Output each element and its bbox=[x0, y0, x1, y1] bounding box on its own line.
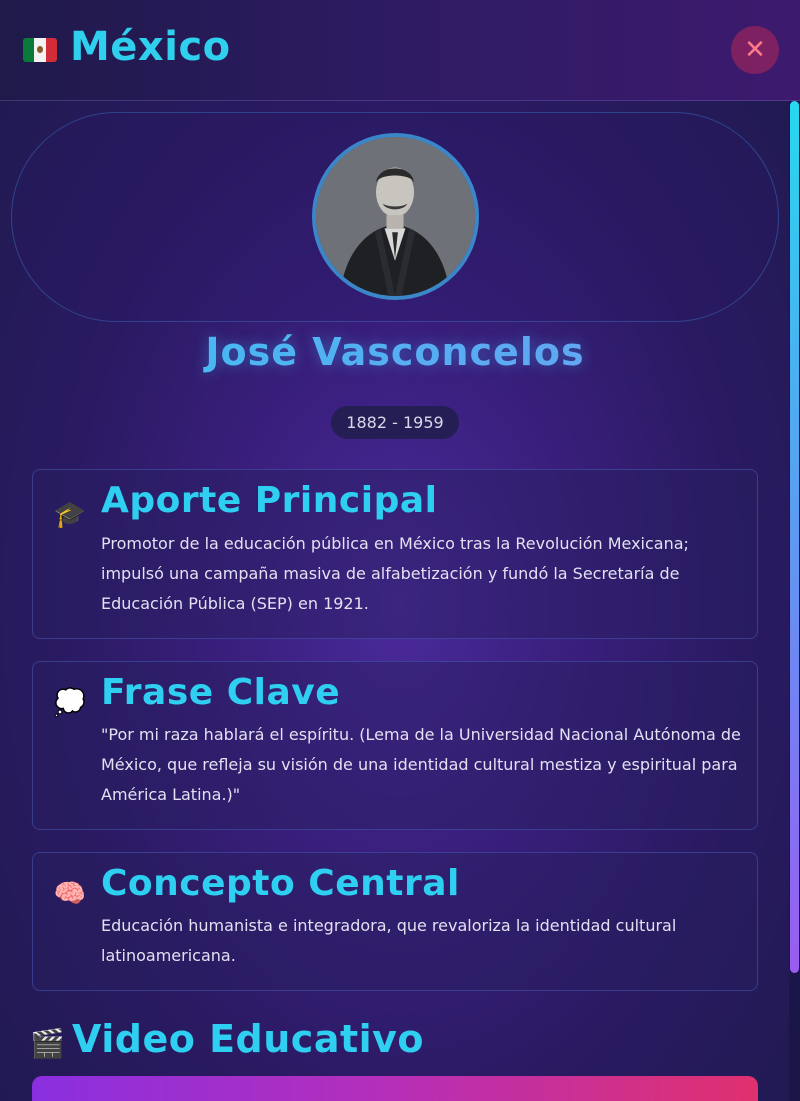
section-text: Promotor de la educación pública en Méxi… bbox=[101, 534, 689, 613]
video-section-header: 🎬 Video Educativo bbox=[30, 1015, 770, 1070]
graduation-cap-icon: 🎓 bbox=[53, 500, 87, 530]
portrait-image bbox=[316, 137, 475, 296]
scrollbar-thumb[interactable] bbox=[790, 101, 799, 973]
years-badge: 1882 - 1959 bbox=[331, 406, 459, 439]
section-text: Educación humanista e integradora, que r… bbox=[101, 916, 677, 965]
section-title: Concepto Central bbox=[101, 863, 460, 904]
section-card-concepto: 🧠 Concepto Central Educación humanista e… bbox=[32, 852, 758, 991]
avatar bbox=[312, 133, 479, 300]
section-card-frase: 💭 Frase Clave "Por mi raza hablará el es… bbox=[32, 661, 758, 830]
mexico-flag-icon bbox=[23, 38, 57, 62]
person-name: José Vasconcelos bbox=[0, 330, 790, 374]
thought-bubble-icon: 💭 bbox=[53, 688, 87, 718]
section-text: "Por mi raza hablará el espíritu. (Lema … bbox=[101, 725, 741, 804]
section-title: Aporte Principal bbox=[101, 480, 438, 521]
section-title: Frase Clave bbox=[101, 672, 341, 713]
brain-icon: 🧠 bbox=[53, 879, 87, 909]
close-button[interactable]: ✕ bbox=[731, 26, 779, 74]
section-card-aporte: 🎓 Aporte Principal Promotor de la educac… bbox=[32, 469, 758, 639]
video-player[interactable] bbox=[32, 1076, 758, 1101]
close-icon: ✕ bbox=[744, 35, 766, 65]
clapperboard-icon: 🎬 bbox=[30, 1027, 65, 1060]
country-title: México bbox=[70, 24, 231, 70]
video-section-title: Video Educativo bbox=[72, 1017, 425, 1061]
modal-header: México ✕ bbox=[0, 0, 800, 101]
